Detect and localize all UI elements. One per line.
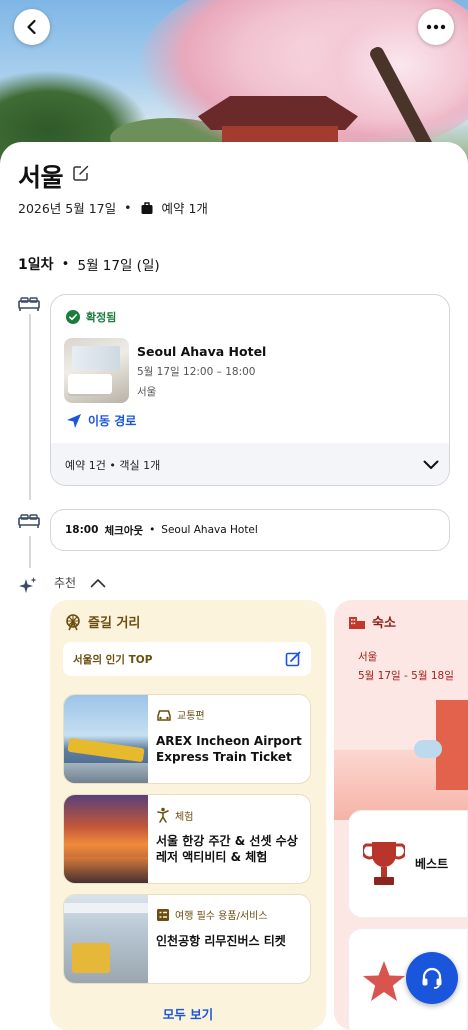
activities-panel: 즐길 거리 서울의 인기 TOP 교통편 AREX Incheon Airpor… [50,600,326,1030]
ferris-wheel-icon [66,613,80,630]
activity-name: 서울 한강 주간 & 선셋 수상 레저 액티비티 & 체험 [156,834,298,864]
lodging-header: 숙소 [348,612,396,631]
activity-category-label: 체험 [175,811,194,823]
activity-item[interactable]: 체험 서울 한강 주간 & 선셋 수상 레저 액티비티 & 체험 [63,794,311,884]
day-date: 5월 17일 (일) [77,258,160,274]
day-label: 1일차 [18,257,54,273]
train-photo [64,695,148,783]
trip-summary: 2026년 5월 17일 • 예약 1개 [18,198,208,217]
hotel-city: 서울 [137,386,157,398]
status-badge: 확정됨 [66,309,116,325]
best-card[interactable]: 베스트 [348,810,468,918]
checkout-card[interactable]: 18:00 체크아웃 • Seoul Ahava Hotel [50,509,450,551]
headset-icon [422,967,442,989]
sparkle-icon [19,577,37,593]
activity-category: 교통편 [156,707,205,722]
edit-icon[interactable] [72,164,90,182]
hotel-photo [64,338,129,403]
bed [68,374,112,394]
booking-count: 예약 1개 [161,201,208,216]
timeline-line [29,314,31,500]
booking-summary-row[interactable]: 예약 1건 • 객실 1개 [51,443,449,485]
separator-dot: • [149,524,156,536]
activity-name: AREX Incheon Airport Express Train Ticke… [156,734,302,764]
see-all-button[interactable]: 모두 보기 [50,1004,326,1023]
lodging-city: 서울 [358,651,378,663]
check-circle-icon [66,310,80,324]
activities-title: 즐길 거리 [88,616,141,631]
checklist-icon [157,908,169,921]
window [72,346,120,370]
building-icon [349,616,365,629]
trip-date: 2026년 5월 17일 [18,201,117,216]
activity-category-label: 여행 필수 용품/서비스 [175,911,268,922]
bed-icon [18,514,40,528]
checkout-time: 18:00 [65,524,99,536]
star-icon [363,961,405,1001]
activity-item[interactable]: 여행 필수 용품/서비스 인천공항 리무진버스 티켓 [63,894,311,984]
page-title: 서울 [18,163,64,192]
separator-dot: • [61,256,70,272]
recommend-toggle[interactable]: 추천 [54,574,106,591]
chevron-down-icon [423,460,439,469]
chevron-up-icon [90,578,106,587]
timeline-line [29,536,31,568]
activity-item[interactable]: 교통편 AREX Incheon Airport Express Train T… [63,694,311,784]
activity-category-label: 교통편 [177,711,205,722]
activities-header: 즐길 거리 [64,612,140,631]
hotel-time: 5월 17일 12:00 – 18:00 [137,366,256,378]
edit-icon [285,651,301,667]
bed-icon [18,297,40,311]
airport-bus-photo [64,895,148,983]
best-label: 베스트 [415,857,449,871]
activity-category: 여행 필수 용품/서비스 [156,907,268,922]
navigation-arrow-icon [67,413,81,428]
checkout-hotel: Seoul Ahava Hotel [161,524,258,536]
person-activity-icon [157,807,169,823]
lodging-info: 서울 5월 17일 - 5월 18일 [358,648,454,686]
route-label: 이동 경로 [88,414,137,428]
car-icon [157,709,171,721]
popular-top-banner[interactable]: 서울의 인기 TOP [63,642,311,676]
booking-summary: 예약 1건 • 객실 1개 [65,459,161,472]
more-dots-icon [426,24,446,30]
activity-category: 체험 [156,807,193,823]
day-header: 1일차 • 5월 17일 (일) [18,254,160,274]
lodging-title: 숙소 [372,616,396,631]
route-button[interactable]: 이동 경로 [66,412,136,429]
separator-dot: • [124,200,132,215]
checkout-label: 체크아웃 [104,524,144,537]
itinerary-sheet: 서울 2026년 5월 17일 • 예약 1개 1일차 • 5월 17일 (일)… [0,142,468,1030]
chevron-left-icon [27,19,36,35]
support-button[interactable] [406,952,458,1004]
trophy-icon [363,842,405,885]
hotel-name: Seoul Ahava Hotel [137,344,267,359]
hotel-booking-card[interactable]: 확정됨 Seoul Ahava Hotel 5월 17일 12:00 – 18:… [50,294,450,486]
popular-top-label: 서울의 인기 TOP [73,653,153,666]
sunset-river-photo [64,795,148,883]
lodging-dates: 5월 17일 - 5월 18일 [358,670,454,682]
recommend-label: 추천 [54,576,77,590]
status-label: 확정됨 [86,311,117,324]
suitcase-icon [141,201,152,214]
more-button[interactable] [418,9,454,45]
back-button[interactable] [14,9,50,45]
activity-name: 인천공항 리무진버스 티켓 [156,934,286,948]
